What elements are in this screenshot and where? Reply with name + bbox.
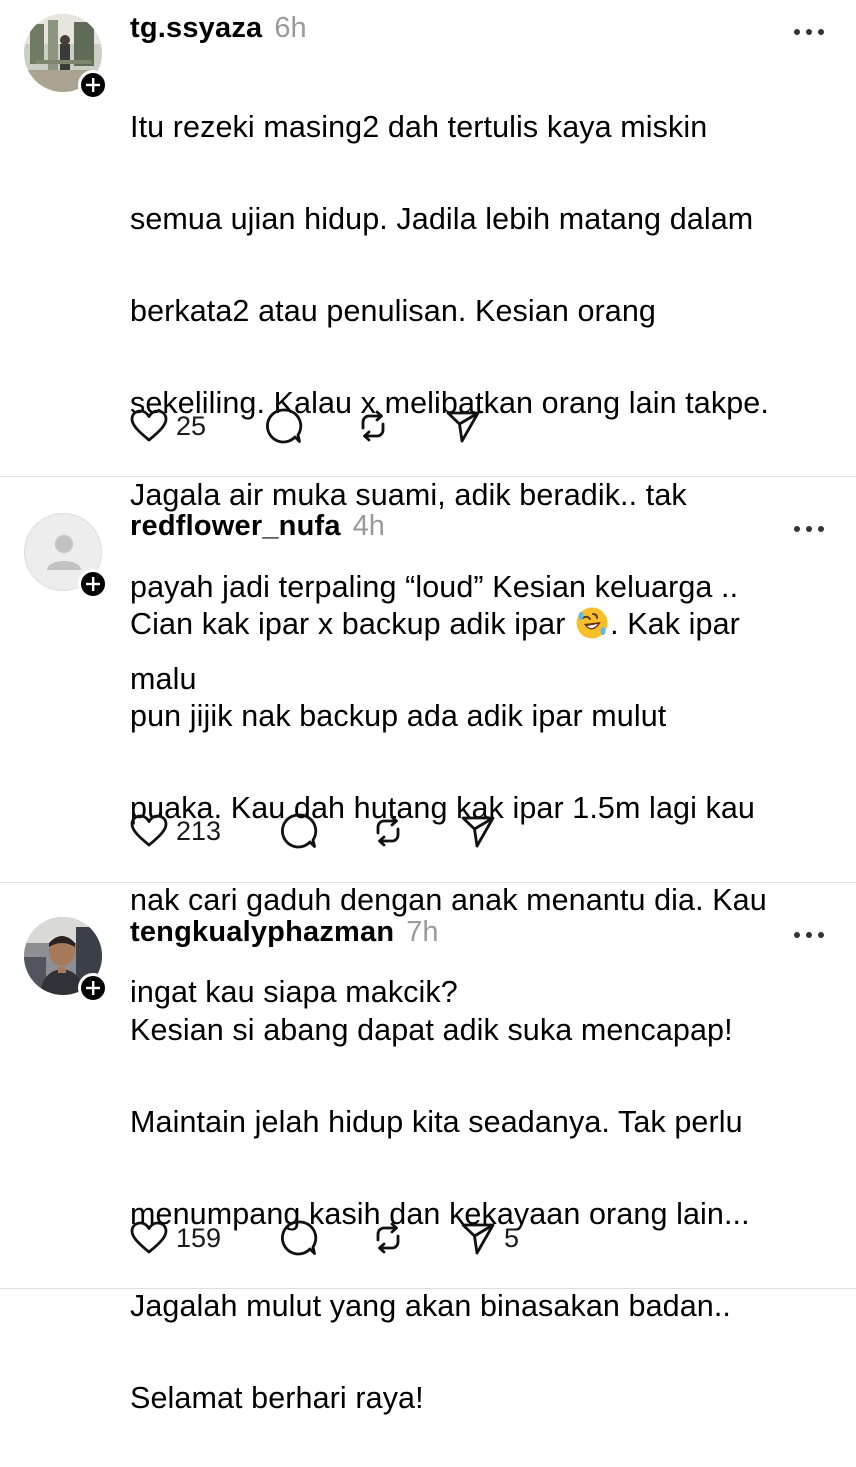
thread-post: tengkualyphazman 7h Kesian si abang dapa… [0,883,856,1415]
like-count: 25 [176,410,207,441]
post-header: tg.ssyaza 6h [130,12,307,52]
divider [0,1288,856,1289]
repost-button[interactable] [370,811,460,851]
comment-icon [280,1220,318,1256]
timestamp: 7h [406,916,439,948]
reply-button[interactable] [265,406,355,446]
send-icon [461,1223,495,1255]
text-segment: . Kak ipar [610,607,740,641]
heart-icon [130,1221,168,1254]
rolling-on-floor-laughing-icon [576,607,608,639]
like-button[interactable]: 213 [130,811,280,851]
follow-button[interactable] [78,569,108,599]
thread-post: redflower_nufa 4h Cian kak ipar x backup… [0,477,856,1009]
plus-icon [86,78,100,92]
text-line: Jagalah mulut yang akan binasakan badan.… [130,1289,731,1323]
post-text: Kesian si abang dapat adik suka mencapap… [130,961,845,1467]
share-button[interactable] [460,811,496,851]
heart-icon [130,409,168,442]
repost-icon [376,815,400,847]
share-count: 5 [504,1222,520,1253]
plus-icon [86,577,100,591]
username[interactable]: redflower_nufa [130,510,341,543]
reply-button[interactable] [280,1218,370,1258]
like-button[interactable]: 25 [130,406,265,446]
heart-icon [130,814,168,847]
text-line: Itu rezeki masing2 dah tertulis kaya mis… [130,110,708,144]
post-header: tengkualyphazman 7h [130,916,439,956]
post-header: redflower_nufa 4h [130,510,385,550]
share-button[interactable] [445,406,481,446]
repost-icon [361,410,385,442]
action-bar: 159 5 [130,1218,519,1258]
timestamp: 6h [274,12,307,44]
text-line: berkata2 atau penulisan. Kesian orang [130,294,656,328]
repost-button[interactable] [370,1218,460,1258]
comment-icon [265,408,303,444]
like-count: 213 [176,815,222,846]
text-line: semua ujian hidup. Jadila lebih matang d… [130,202,754,236]
username[interactable]: tg.ssyaza [130,12,262,45]
text-line: Cian kak ipar x backup adik ipar . Kak i… [130,601,845,647]
repost-button[interactable] [355,406,445,446]
username[interactable]: tengkualyphazman [130,916,394,949]
timestamp: 4h [352,510,385,542]
more-icon[interactable] [792,522,826,536]
text-line: pun jijik nak backup ada adik ipar mulut [130,699,667,733]
text-line: Kesian si abang dapat adik suka mencapap… [130,1013,733,1047]
like-count: 159 [176,1222,222,1253]
share-button[interactable]: 5 [460,1218,519,1258]
more-icon[interactable] [792,25,826,39]
text-line: Selamat berhari raya! [130,1381,424,1415]
text-segment: Cian kak ipar x backup adik ipar [130,607,575,641]
more-icon[interactable] [792,928,826,942]
follow-button[interactable] [78,973,108,1003]
send-icon [446,411,480,443]
text-line: Maintain jelah hidup kita seadanya. Tak … [130,1105,743,1139]
send-icon [461,816,495,848]
repost-icon [376,1222,400,1254]
avatar[interactable] [24,14,108,100]
action-bar: 213 [130,811,496,851]
thread-post: tg.ssyaza 6h Itu rezeki masing2 dah tert… [0,0,856,696]
avatar[interactable] [24,917,108,1003]
avatar[interactable] [24,513,108,599]
comment-icon [280,813,318,849]
reply-button[interactable] [280,811,370,851]
like-button[interactable]: 159 [130,1218,280,1258]
plus-icon [86,981,100,995]
follow-button[interactable] [78,70,108,100]
action-bar: 25 [130,406,481,446]
